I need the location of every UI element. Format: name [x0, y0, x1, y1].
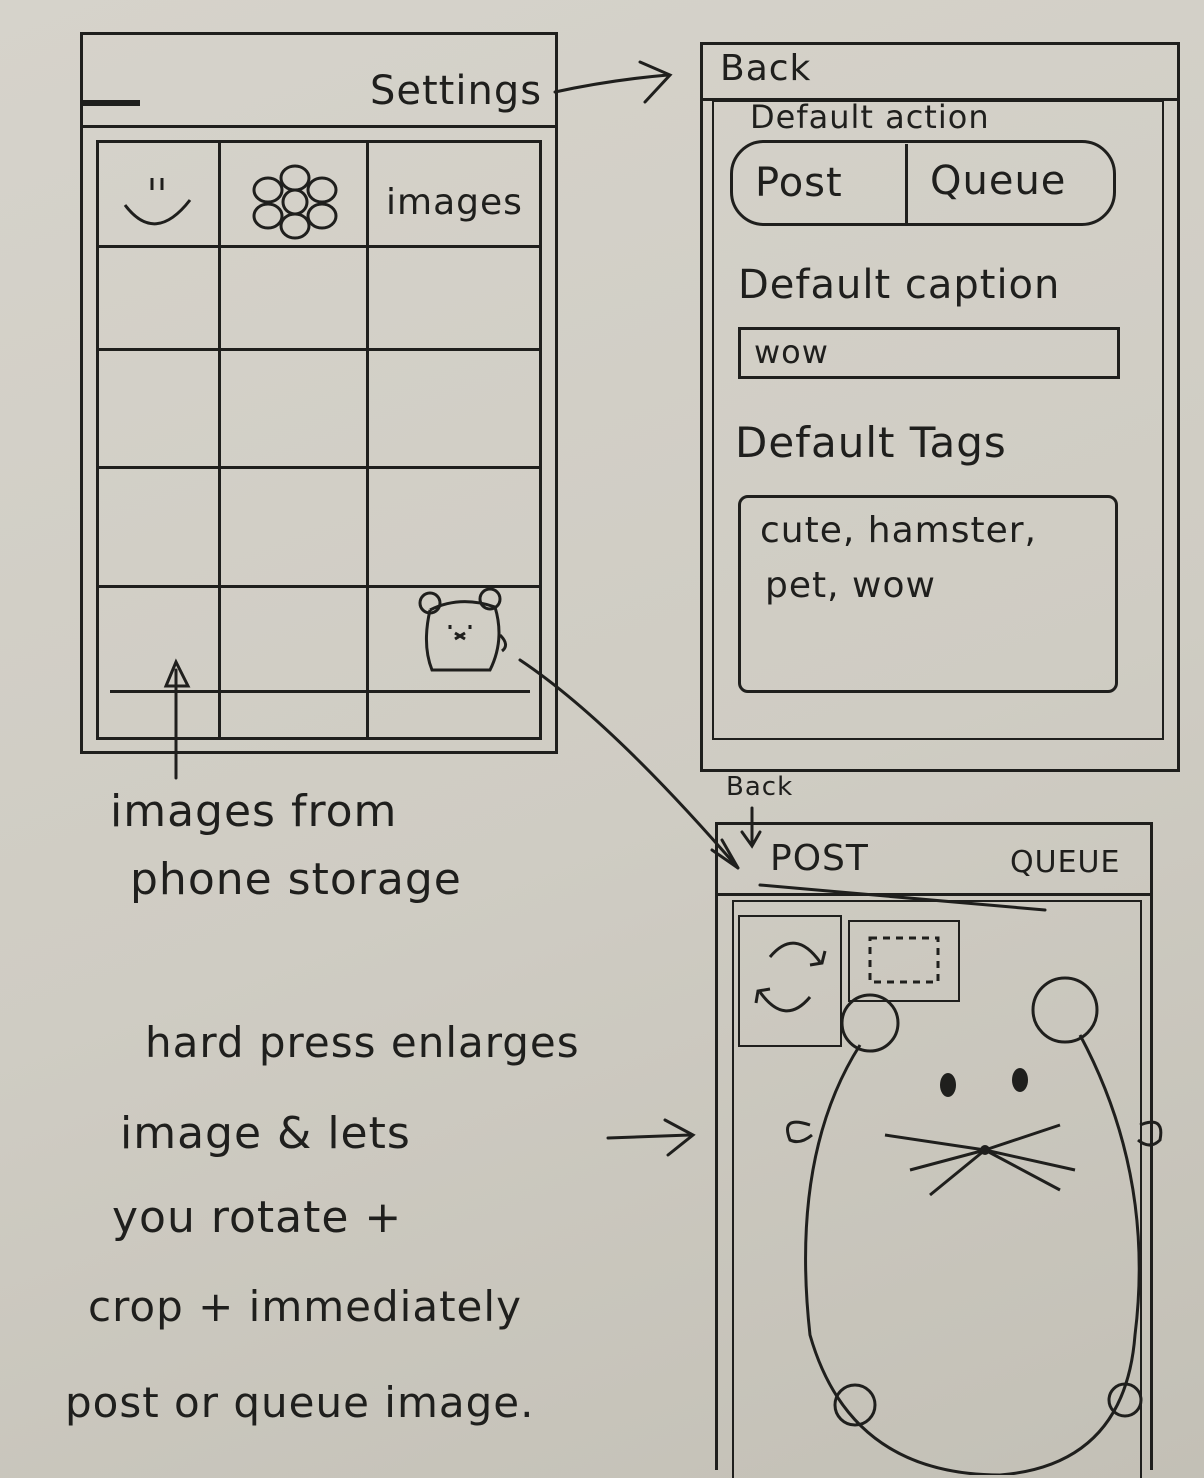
back-button[interactable]: Back [720, 48, 811, 89]
edit-back-label[interactable]: Back [726, 772, 793, 802]
header-divider [80, 125, 558, 128]
settings-link[interactable]: Settings [370, 68, 542, 114]
tags-value-line1: cute, hamster, [760, 510, 1037, 551]
press-annotation-line5: post or queue image. [65, 1378, 535, 1427]
smiley-icon[interactable] [110, 160, 210, 240]
queue-button[interactable]: QUEUE [1010, 845, 1120, 880]
press-annotation-line3: you rotate + [112, 1192, 403, 1243]
default-action-label: Default action [750, 98, 990, 136]
arrow-settings-to-settings-screen [553, 60, 673, 104]
tags-value-line2: pet, wow [765, 565, 936, 606]
grid-row-line-3 [96, 466, 542, 469]
default-tags-label: Default Tags [735, 418, 1007, 467]
grid-row-line-2 [96, 348, 542, 351]
arrow-press-annotation [606, 1118, 696, 1157]
storage-annotation-line1: images from [110, 786, 398, 837]
storage-annotation-line2: phone storage [130, 854, 462, 905]
segment-divider [905, 144, 908, 224]
press-annotation-line1: hard press enlarges [145, 1018, 580, 1067]
grid-row-line-1 [96, 245, 542, 248]
enlarged-hamster-image[interactable] [770, 975, 1170, 1475]
grid-col-line-1 [218, 140, 221, 740]
grid-col-line-2 [366, 140, 369, 740]
default-caption-label: Default caption [738, 262, 1061, 308]
edit-header-divider [715, 893, 1153, 896]
press-annotation-line4: crop + immediately [88, 1282, 522, 1331]
images-tab[interactable]: images [386, 182, 523, 223]
flower-icon[interactable] [240, 160, 350, 245]
press-annotation-line2: image & lets [120, 1108, 411, 1159]
hamster-thumbnail[interactable] [410, 585, 520, 680]
caption-value: wow [754, 333, 829, 371]
grid-row-line-5 [110, 690, 530, 693]
post-segment[interactable]: Post [755, 160, 843, 206]
header-shadow-bar [80, 100, 140, 106]
queue-segment[interactable]: Queue [930, 158, 1066, 204]
post-button[interactable]: POST [770, 838, 869, 879]
